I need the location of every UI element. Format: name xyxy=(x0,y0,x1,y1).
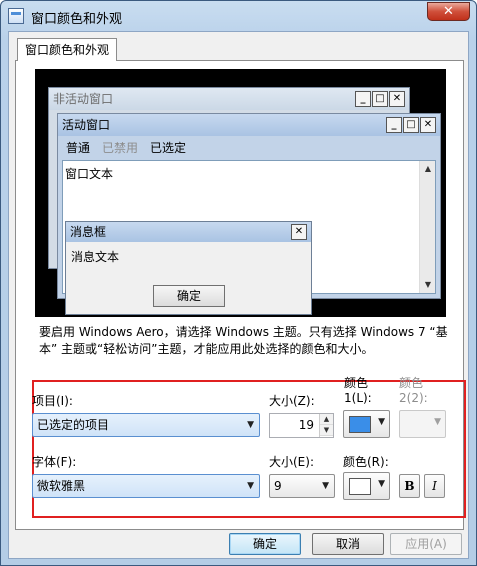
scroll-down-arrow-icon: ▼ xyxy=(424,280,432,289)
scroll-up-arrow-icon: ▲ xyxy=(424,164,432,173)
size1-label: 大小(Z): xyxy=(269,394,315,408)
color1-label-line1: 颜色 xyxy=(344,376,369,390)
chevron-down-icon: ▼ xyxy=(434,417,441,427)
size2-select[interactable]: 9 ▼ xyxy=(269,474,335,498)
color2-label-line1: 颜色 xyxy=(399,376,424,390)
window-close-button[interactable]: ✕ xyxy=(427,2,470,21)
font-label: 字体(F): xyxy=(32,455,77,469)
spin-down-arrow-icon[interactable]: ▼ xyxy=(320,425,333,436)
close-icon: ✕ xyxy=(389,91,405,107)
color2-label-line2: 2(2): xyxy=(399,391,428,405)
apply-button[interactable]: 应用(A) xyxy=(390,533,462,555)
preview-menu-normal[interactable]: 普通 xyxy=(66,138,90,158)
ok-button[interactable]: 确定 xyxy=(229,533,301,555)
font-color-label: 颜色(R): xyxy=(343,455,389,469)
font-color-picker-button[interactable]: ▼ xyxy=(343,472,390,500)
close-icon: ✕ xyxy=(420,117,436,133)
spin-up-arrow-icon[interactable]: ▲ xyxy=(320,414,333,425)
preview-msgbox-controls: ✕ xyxy=(291,224,307,240)
preview-msgbox-title: 消息框 xyxy=(66,222,311,242)
maximize-icon: □ xyxy=(372,91,388,107)
chevron-down-icon: ▼ xyxy=(378,417,385,427)
item-select-value: 已选定的项目 xyxy=(37,418,110,432)
size1-spin-buttons[interactable]: ▲ ▼ xyxy=(319,414,333,437)
color2-picker-button[interactable]: ▼ xyxy=(399,410,446,438)
window-app-icon xyxy=(8,8,24,24)
title-bar[interactable]: 窗口颜色和外观 ✕ xyxy=(1,1,476,31)
size2-label: 大小(E): xyxy=(269,455,314,469)
size1-value: 19 xyxy=(298,418,314,432)
maximize-icon: □ xyxy=(403,117,419,133)
preview-active-title: 活动窗口 xyxy=(58,114,440,136)
dialog-window: 窗口颜色和外观 ✕ 窗口颜色和外观 非活动窗口 _ □ ✕ 活动窗口 _ □ ✕… xyxy=(0,0,477,566)
preview-menubar: 普通 已禁用 已选定 xyxy=(62,138,186,158)
appearance-preview[interactable]: 非活动窗口 _ □ ✕ 活动窗口 _ □ ✕ 普通 已禁用 已选定 窗口文本 ▲… xyxy=(35,69,446,317)
chevron-down-icon: ▼ xyxy=(247,481,254,491)
item-label: 项目(I): xyxy=(32,394,73,408)
preview-msgbox-ok-button[interactable]: 确定 xyxy=(153,285,225,307)
preview-scrollbar[interactable]: ▲ ▼ xyxy=(419,161,435,293)
size2-select-value: 9 xyxy=(274,479,282,493)
tab-window-color-appearance[interactable]: 窗口颜色和外观 xyxy=(17,38,117,61)
preview-window-text: 窗口文本 xyxy=(65,167,114,181)
italic-button[interactable]: I xyxy=(424,474,445,498)
cancel-button[interactable]: 取消 xyxy=(312,533,384,555)
font-color-swatch xyxy=(349,478,371,495)
preview-menu-selected[interactable]: 已选定 xyxy=(150,138,186,158)
minimize-icon: _ xyxy=(355,91,371,107)
preview-menu-disabled[interactable]: 已禁用 xyxy=(102,138,138,158)
font-select[interactable]: 微软雅黑 ▼ xyxy=(32,474,260,498)
close-icon: ✕ xyxy=(291,224,307,240)
preview-active-controls: _ □ ✕ xyxy=(386,117,436,133)
preview-inactive-controls: _ □ ✕ xyxy=(355,91,405,107)
color1-picker-button[interactable]: ▼ xyxy=(343,410,390,438)
preview-message-box[interactable]: 消息框 ✕ 消息文本 确定 xyxy=(65,221,312,315)
bold-button[interactable]: B xyxy=(399,474,420,498)
dialog-client-area: 窗口颜色和外观 非活动窗口 _ □ ✕ 活动窗口 _ □ ✕ 普通 已禁用 已选… xyxy=(8,31,469,559)
aero-description: 要启用 Windows Aero，请选择 Windows 主题。只有选择 Win… xyxy=(39,325,448,356)
color1-label-line2: 1(L): xyxy=(344,391,372,405)
chevron-down-icon: ▼ xyxy=(322,481,329,491)
preview-msgbox-text: 消息文本 xyxy=(71,250,120,264)
window-title: 窗口颜色和外观 xyxy=(31,12,123,27)
chevron-down-icon: ▼ xyxy=(378,479,385,489)
font-select-value: 微软雅黑 xyxy=(37,479,86,493)
item-select[interactable]: 已选定的项目 ▼ xyxy=(32,413,260,437)
size1-spinner[interactable]: 19 ▲ ▼ xyxy=(269,413,334,438)
chevron-down-icon: ▼ xyxy=(247,420,254,430)
color1-swatch xyxy=(349,416,371,433)
minimize-icon: _ xyxy=(386,117,402,133)
